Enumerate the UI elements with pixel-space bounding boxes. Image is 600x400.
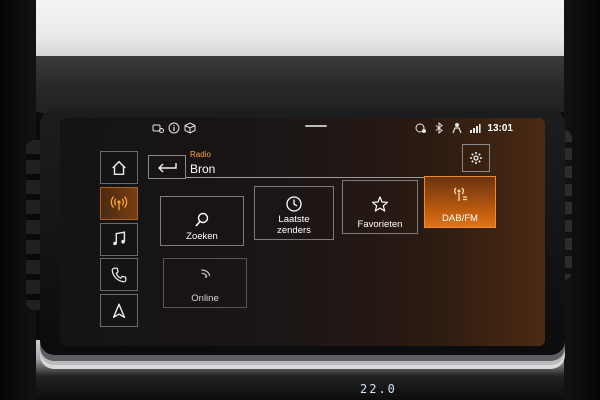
sidebar xyxy=(100,151,138,327)
tile-label: Online xyxy=(191,293,219,304)
wifi-icon xyxy=(201,269,211,278)
tile-laatste-zenders[interactable]: Laatste zenders xyxy=(254,186,334,240)
radio-wave-icon xyxy=(110,196,128,211)
history-icon xyxy=(286,196,302,212)
status-left-icons xyxy=(152,122,196,134)
person-signal-icon xyxy=(451,122,463,134)
page-title: Bron xyxy=(190,162,216,176)
sidebar-item-navigation[interactable] xyxy=(100,294,138,327)
phone-connection-icon[interactable] xyxy=(152,122,164,134)
info-icon[interactable] xyxy=(168,122,180,134)
status-bar: 13:01 xyxy=(60,118,545,138)
bluetooth-icon xyxy=(433,121,445,135)
tile-label: Zoeken xyxy=(186,231,218,242)
tile-label: DAB/FM xyxy=(442,213,478,224)
music-note-icon xyxy=(113,231,126,246)
sidebar-item-radio[interactable] xyxy=(100,186,138,220)
cube-icon[interactable] xyxy=(184,122,196,134)
gear-icon xyxy=(470,152,482,164)
mobile-signal-icon xyxy=(415,122,427,134)
tile-dab-fm[interactable]: DAB/FM xyxy=(424,176,496,228)
back-arrow-icon xyxy=(158,163,177,173)
tile-label: Laatste zenders xyxy=(255,214,333,236)
radio-antenna-icon xyxy=(454,187,467,201)
sidebar-item-media[interactable] xyxy=(100,222,138,256)
sidebar-item-phone[interactable] xyxy=(100,258,138,292)
tile-zoeken[interactable]: Zoeken xyxy=(160,196,244,246)
tile-label: Favorieten xyxy=(357,219,403,230)
back-button[interactable] xyxy=(148,155,186,179)
pull-down-handle[interactable] xyxy=(305,125,327,127)
title-divider xyxy=(186,177,456,178)
clock: 13:01 xyxy=(487,122,513,134)
settings-button[interactable] xyxy=(462,144,490,172)
car-interior: 22.0 13:01 Radio Bron Zoeken Laatste zen… xyxy=(0,0,600,400)
sidebar-item-home[interactable] xyxy=(100,151,138,184)
climate-temperature: 22.0 xyxy=(360,382,397,396)
star-icon xyxy=(371,196,389,212)
tile-label-line1: Laatste xyxy=(278,214,310,225)
tile-label-line2: zenders xyxy=(277,225,311,236)
windshield xyxy=(0,0,600,62)
navigation-arrow-icon xyxy=(112,303,126,318)
search-icon xyxy=(195,212,209,227)
breadcrumb: Radio xyxy=(190,150,211,159)
tile-online[interactable]: Online xyxy=(163,258,247,308)
phone-icon xyxy=(111,267,127,283)
infotainment-screen: 13:01 Radio Bron Zoeken Laatste zenders … xyxy=(60,118,545,346)
tile-favorieten[interactable]: Favorieten xyxy=(342,180,418,234)
climate-display: 22.0 xyxy=(280,382,500,400)
signal-bars-icon xyxy=(469,122,482,134)
home-icon xyxy=(112,160,126,175)
status-right-icons: 13:01 xyxy=(415,121,513,135)
